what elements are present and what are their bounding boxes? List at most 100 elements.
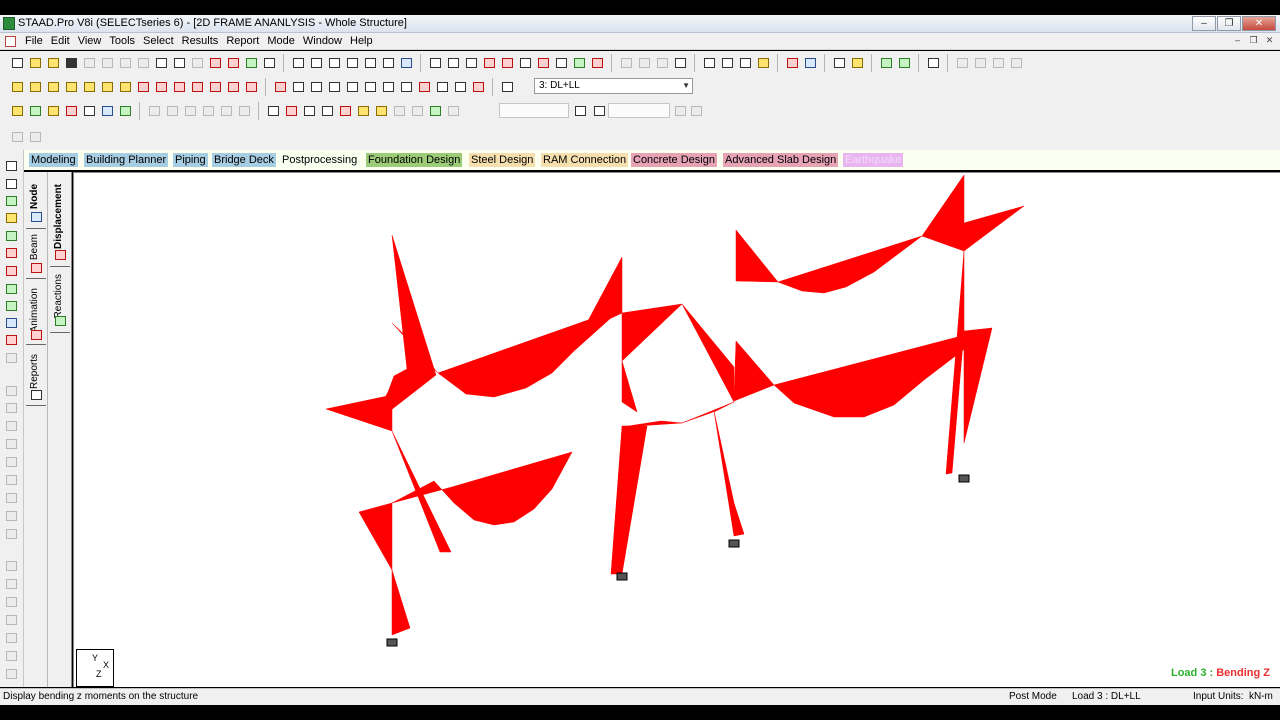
label-icon[interactable] — [590, 56, 604, 70]
menu-tools[interactable]: Tools — [108, 35, 142, 47]
pointer-tool-icon[interactable] — [5, 160, 18, 172]
view-from-back-icon[interactable] — [28, 80, 42, 94]
zoom-selection-icon[interactable] — [399, 80, 413, 94]
fixed-support-icon[interactable] — [803, 56, 817, 70]
minimize-button[interactable]: – — [1192, 16, 1216, 31]
delete-icon[interactable] — [208, 56, 222, 70]
view-from-top-icon[interactable] — [82, 80, 96, 94]
insert-node-icon[interactable] — [720, 56, 734, 70]
structure-view-canvas[interactable]: Y X Z Load 3 : Bending Z — [73, 172, 1280, 687]
view-document-icon[interactable] — [399, 56, 413, 70]
axial-force-icon[interactable] — [266, 104, 280, 118]
rotate-right-icon[interactable] — [190, 80, 204, 94]
pan-icon[interactable] — [417, 80, 431, 94]
zoom-dynamic-icon[interactable] — [309, 80, 323, 94]
menu-file[interactable]: File — [24, 35, 50, 47]
help-icon[interactable] — [554, 56, 568, 70]
zoom-in-icon[interactable] — [327, 80, 341, 94]
menu-window[interactable]: Window — [302, 35, 349, 47]
bending-z-icon[interactable] — [356, 104, 370, 118]
dynamic-rotate-icon[interactable] — [244, 80, 258, 94]
document-icon[interactable] — [5, 36, 16, 47]
mdi-minimize-button[interactable]: – — [1231, 35, 1244, 47]
load-case-select[interactable]: 3: DL+LL ▼ — [534, 78, 693, 94]
new-file-icon[interactable] — [10, 56, 24, 70]
plate-stress-icon[interactable] — [64, 104, 78, 118]
rotate-icon[interactable] — [673, 56, 687, 70]
beam-parallel-icon[interactable] — [5, 283, 18, 295]
zoom-extents-icon[interactable] — [381, 80, 395, 94]
side-tab-reactions[interactable]: Reactions — [53, 274, 64, 318]
spin-left-icon[interactable] — [208, 80, 222, 94]
animation-icon[interactable] — [100, 104, 114, 118]
select-cursor-icon[interactable] — [262, 56, 276, 70]
beam-cursor-icon[interactable] — [832, 56, 846, 70]
results-table-icon[interactable] — [118, 104, 132, 118]
tab-steel-design[interactable]: Steel Design — [469, 153, 536, 167]
solid-cursor-icon[interactable] — [5, 230, 18, 242]
rotate-up-icon[interactable] — [136, 80, 150, 94]
structure-section-icon[interactable] — [374, 104, 388, 118]
display-whole-structure-icon[interactable] — [273, 80, 287, 94]
menu-report[interactable]: Report — [225, 35, 266, 47]
cursor-plate-icon[interactable] — [536, 56, 550, 70]
menu-help[interactable]: Help — [349, 35, 380, 47]
structure-diagrams-icon[interactable] — [471, 80, 485, 94]
tab-concrete-design[interactable]: Concrete Design — [631, 153, 717, 167]
menu-select[interactable]: Select — [142, 35, 181, 47]
view-from-front-icon[interactable] — [10, 80, 24, 94]
tab-ram-connection[interactable]: RAM Connection — [541, 153, 629, 167]
list-icon[interactable] — [850, 56, 864, 70]
open-folder-icon[interactable] — [46, 56, 60, 70]
page-setup-icon[interactable] — [428, 56, 442, 70]
isometric-view-icon[interactable] — [118, 80, 132, 94]
menu-edit[interactable]: Edit — [50, 35, 77, 47]
run-analysis-icon[interactable] — [226, 56, 240, 70]
geometry-cursor-icon[interactable] — [5, 265, 18, 277]
mdi-close-button[interactable]: ✕ — [1263, 35, 1276, 47]
print-icon[interactable] — [291, 56, 305, 70]
node-numbers-icon[interactable] — [446, 56, 460, 70]
plate-cursor-icon[interactable] — [5, 212, 18, 224]
rotate-down-icon[interactable] — [154, 80, 168, 94]
restore-button[interactable]: ❐ — [1217, 16, 1241, 31]
table-icon[interactable] — [897, 56, 911, 70]
tab-bridge-deck[interactable]: Bridge Deck — [212, 153, 276, 167]
beam-numbers-icon[interactable] — [464, 56, 478, 70]
check-icon[interactable] — [572, 56, 586, 70]
pointer-icon[interactable] — [428, 104, 442, 118]
connect-beams-icon[interactable] — [738, 56, 752, 70]
select-missing-icon[interactable] — [5, 334, 18, 346]
tab-modeling[interactable]: Modeling — [29, 153, 78, 167]
shear-z-icon[interactable] — [302, 104, 316, 118]
magnifying-glass-icon[interactable] — [435, 80, 449, 94]
zoom-window-icon[interactable] — [291, 80, 305, 94]
tab-postprocessing[interactable]: Postprocessing — [280, 153, 360, 167]
menu-view[interactable]: View — [77, 35, 109, 47]
geometry-icon[interactable] — [785, 56, 799, 70]
menu-mode[interactable]: Mode — [266, 35, 302, 47]
undo-icon[interactable] — [154, 56, 168, 70]
view-from-left-icon[interactable] — [46, 80, 60, 94]
help-query-icon[interactable] — [592, 104, 606, 118]
data-icon[interactable] — [879, 56, 893, 70]
dimension-icon[interactable] — [482, 56, 496, 70]
solid-stress-icon[interactable] — [82, 104, 96, 118]
save-icon[interactable] — [64, 56, 78, 70]
side-tab-reports[interactable]: Reports — [29, 354, 40, 389]
torsion-icon[interactable] — [320, 104, 334, 118]
open-file-icon[interactable] — [28, 56, 42, 70]
beam-cursor-tool-icon[interactable] — [5, 195, 18, 207]
take-picture-icon[interactable] — [327, 56, 341, 70]
copy-picture-icon[interactable] — [381, 56, 395, 70]
tab-building-planner[interactable]: Building Planner — [84, 153, 169, 167]
shear-y-icon[interactable] — [284, 104, 298, 118]
tab-advanced-slab-design[interactable]: Advanced Slab Design — [723, 153, 839, 167]
arc-icon[interactable] — [702, 56, 716, 70]
menu-results[interactable]: Results — [181, 35, 226, 47]
export-view-icon[interactable] — [363, 56, 377, 70]
zoom-previous-icon[interactable] — [363, 80, 377, 94]
tab-foundation-design[interactable]: Foundation Design — [366, 153, 463, 167]
spin-right-icon[interactable] — [226, 80, 240, 94]
cursor-node-icon[interactable] — [500, 56, 514, 70]
